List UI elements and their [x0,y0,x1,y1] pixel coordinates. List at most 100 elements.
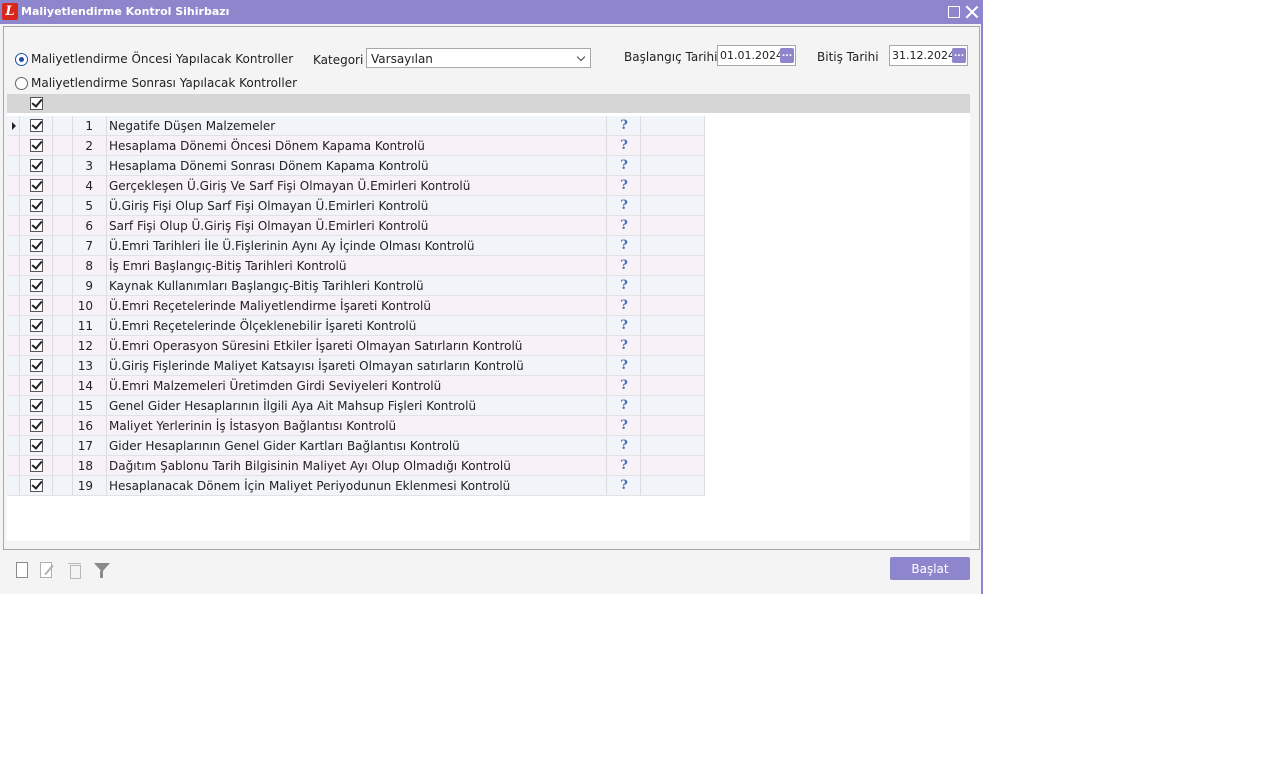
row-number: 3 [73,156,107,175]
row-result-cell [641,296,705,315]
table-row[interactable]: 13 Ü.Giriş Fişlerinde Maliyet Katsayısı İ… [7,356,705,376]
row-indicator [7,156,20,175]
row-number: 7 [73,236,107,255]
row-result-cell [641,176,705,195]
table-row[interactable]: 8 İş Emri Başlangıç-Bitiş Tarihleri Kontr… [7,256,705,276]
table-row[interactable]: 6 Sarf Fişi Olup Ü.Giriş Fişi Olmayan Ü.E… [7,216,705,236]
table-row[interactable]: 17 Gider Hesaplarının Genel Gider Kartlar… [7,436,705,456]
row-checkbox-cell [20,336,53,355]
row-control-name: Ü.Emri Reçetelerinde Maliyetlendirme İşa… [107,296,607,315]
row-number: 5 [73,196,107,215]
row-checkbox[interactable] [30,159,43,172]
help-icon[interactable]: ? [618,338,630,353]
row-checkbox-cell [20,176,53,195]
row-checkbox-cell [20,296,53,315]
row-result-cell [641,396,705,415]
chevron-down-icon[interactable] [576,52,586,62]
help-icon[interactable]: ? [618,218,630,233]
row-checkbox[interactable] [30,419,43,432]
table-row[interactable]: 2 Hesaplama Dönemi Öncesi Dönem Kapama Ko… [7,136,705,156]
row-checkbox[interactable] [30,179,43,192]
help-icon[interactable]: ? [618,318,630,333]
row-blank-cell [53,456,73,475]
kategori-select[interactable]: Varsayılan [366,48,591,68]
row-checkbox-cell [20,256,53,275]
table-row[interactable]: 10 Ü.Emri Reçetelerinde Maliyetlendirme İ… [7,296,705,316]
close-icon[interactable] [964,4,980,20]
row-checkbox[interactable] [30,119,43,132]
help-icon[interactable]: ? [618,378,630,393]
table-row[interactable]: 3 Hesaplama Dönemi Sonrası Dönem Kapama K… [7,156,705,176]
table-row[interactable]: 16 Maliyet Yerlerinin İş İstasyon Bağlant… [7,416,705,436]
row-checkbox[interactable] [30,239,43,252]
table-row[interactable]: 5 Ü.Giriş Fişi Olup Sarf Fişi Olmayan Ü.E… [7,196,705,216]
row-checkbox[interactable] [30,259,43,272]
radio-before-label[interactable]: Maliyetlendirme Öncesi Yapılacak Kontrol… [31,52,293,66]
row-control-name: Ü.Emri Reçetelerinde Ölçeklenebilir İşar… [107,316,607,335]
table-row[interactable]: 11 Ü.Emri Reçetelerinde Ölçeklenebilir İş… [7,316,705,336]
row-help-cell: ? [607,396,641,415]
row-help-cell: ? [607,256,641,275]
table-row[interactable]: 7 Ü.Emri Tarihleri İle Ü.Fişlerinin Aynı … [7,236,705,256]
help-icon[interactable]: ? [618,118,630,133]
table-row[interactable]: 14 Ü.Emri Malzemeleri Üretimden Girdi Sev… [7,376,705,396]
row-checkbox[interactable] [30,279,43,292]
help-icon[interactable]: ? [618,198,630,213]
help-icon[interactable]: ? [618,298,630,313]
row-checkbox[interactable] [30,439,43,452]
row-checkbox[interactable] [30,479,43,492]
help-icon[interactable]: ? [618,418,630,433]
table-row[interactable]: 1 Negatife Düşen Malzemeler? [7,116,705,136]
row-control-name: Maliyet Yerlerinin İş İstasyon Bağlantıs… [107,416,607,435]
help-icon[interactable]: ? [618,478,630,493]
delete-icon[interactable] [67,562,83,579]
row-indicator [7,276,20,295]
end-date-picker-button[interactable]: ... [952,48,966,63]
help-icon[interactable]: ? [618,158,630,173]
help-icon[interactable]: ? [618,458,630,473]
radio-before-costing[interactable] [15,53,28,66]
help-icon[interactable]: ? [618,438,630,453]
row-checkbox[interactable] [30,139,43,152]
table-row[interactable]: 18 Dağıtım Şablonu Tarih Bilgisinin Maliy… [7,456,705,476]
radio-after-label[interactable]: Maliyetlendirme Sonrası Yapılacak Kontro… [31,76,297,90]
row-checkbox[interactable] [30,219,43,232]
maximize-icon[interactable] [946,4,962,20]
select-all-checkbox[interactable] [30,97,43,110]
start-button[interactable]: Başlat [890,557,970,580]
row-checkbox[interactable] [30,299,43,312]
row-checkbox[interactable] [30,359,43,372]
help-icon[interactable]: ? [618,398,630,413]
row-indicator [7,476,20,495]
row-help-cell: ? [607,476,641,495]
help-icon[interactable]: ? [618,258,630,273]
help-icon[interactable]: ? [618,278,630,293]
help-icon[interactable]: ? [618,138,630,153]
edit-icon[interactable] [39,562,55,578]
filter-icon[interactable] [94,562,110,578]
row-checkbox[interactable] [30,199,43,212]
row-control-name: Ü.Emri Malzemeleri Üretimden Girdi Seviy… [107,376,607,395]
row-checkbox[interactable] [30,459,43,472]
help-icon[interactable]: ? [618,178,630,193]
row-checkbox[interactable] [30,339,43,352]
table-row[interactable]: 12 Ü.Emri Operasyon Süresini Etkiler İşar… [7,336,705,356]
row-blank-cell [53,156,73,175]
table-row[interactable]: 15 Genel Gider Hesaplarının İlgili Aya Ai… [7,396,705,416]
table-row[interactable]: 4 Gerçekleşen Ü.Giriş Ve Sarf Fişi Olmaya… [7,176,705,196]
row-checkbox[interactable] [30,399,43,412]
start-date-picker-button[interactable]: ... [780,48,794,63]
table-row[interactable]: 9 Kaynak Kullanımları Başlangıç-Bitiş Tar… [7,276,705,296]
help-icon[interactable]: ? [618,238,630,253]
start-date-field[interactable]: 01.01.2024 ... [717,45,796,66]
end-date-field[interactable]: 31.12.2024 ... [889,45,968,66]
table-row[interactable]: 19 Hesaplanacak Dönem İçin Maliyet Periyo… [7,476,705,496]
row-indicator [7,296,20,315]
row-checkbox[interactable] [30,319,43,332]
help-icon[interactable]: ? [618,358,630,373]
row-checkbox[interactable] [30,379,43,392]
new-document-icon[interactable] [14,562,30,578]
row-control-name: Ü.Giriş Fişlerinde Maliyet Katsayısı İşa… [107,356,607,375]
row-checkbox-cell [20,376,53,395]
radio-after-costing[interactable] [15,77,28,90]
